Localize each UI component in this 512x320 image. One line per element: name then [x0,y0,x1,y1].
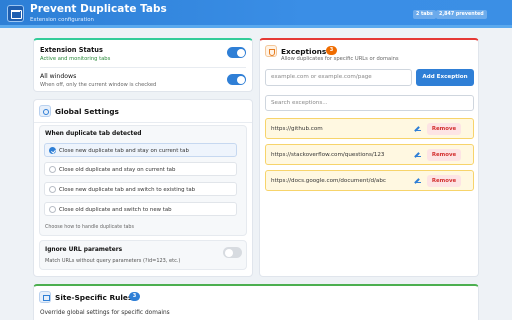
exceptions-title: Exceptions [281,47,327,56]
duplicate-option-2[interactable]: Close old duplicate and stay on current … [44,162,237,176]
exceptions-subtitle: Allow duplicates for specific URLs or do… [281,56,399,62]
app-header: Prevent Duplicate Tabs Extension configu… [0,0,512,28]
edit-icon[interactable] [415,178,421,184]
exception-item: https://docs.google.com/document/d/abc R… [265,170,474,191]
option-label: Close new duplicate tab and stay on curr… [59,147,189,154]
site-icon [39,291,51,303]
site-rules-title: Site-Specific Rules [55,293,133,302]
exception-url-input[interactable]: example.com or example.com/page [265,69,412,86]
duplicate-option-4[interactable]: Close old duplicate and switch to new ta… [44,202,237,216]
site-rules-count-badge: 3 [129,292,140,301]
duplicate-action-label: When duplicate tab detected [45,131,142,137]
check-icon [49,147,56,154]
all-windows-subtitle: When off, only the current window is che… [40,82,157,88]
option-label: Close new duplicate tab and switch to ex… [59,186,196,193]
extension-status-title: Extension Status [40,46,103,54]
exceptions-card: Exceptions 3 Allow duplicates for specif… [259,38,479,277]
remove-button[interactable]: Remove [427,149,461,161]
prevented-count-badge: 2,847 prevented [436,10,487,19]
app-subtitle: Extension configuration [30,17,94,23]
site-rules-subtitle: Override global settings for specific do… [40,310,170,316]
duplicate-action-hint: Choose how to handle duplicate tabs [45,225,134,230]
shield-icon [265,45,277,57]
exception-url: https://docs.google.com/document/d/abc [271,178,386,184]
radio-icon [49,186,56,193]
divider [40,67,246,68]
app-title: Prevent Duplicate Tabs [30,3,167,15]
search-exceptions-input[interactable]: Search exceptions... [265,95,474,111]
remove-button[interactable]: Remove [427,123,461,135]
all-windows-title: All windows [40,73,77,80]
ignore-params-subtitle: Match URLs without query parameters (?id… [45,258,181,264]
duplicate-option-3[interactable]: Close new duplicate tab and switch to ex… [44,182,237,196]
add-exception-button[interactable]: Add Exception [416,69,474,86]
divider [34,122,252,123]
extension-status-subtitle: Active and monitoring tabs [40,56,111,62]
radio-icon [49,206,56,213]
ignore-params-title: Ignore URL parameters [45,247,123,253]
exception-item: https://github.com Remove [265,118,474,139]
ignore-params-toggle[interactable] [223,247,242,258]
duplicate-action-group: When duplicate tab detected Close new du… [39,125,247,236]
option-label: Close old duplicate and switch to new ta… [59,206,172,213]
exception-url: https://stackoverflow.com/questions/123 [271,152,385,158]
tabs-count-badge: 2 tabs [413,10,436,19]
edit-icon[interactable] [415,152,421,158]
exception-url: https://github.com [271,126,323,132]
duplicate-option-1[interactable]: Close new duplicate tab and stay on curr… [44,143,237,157]
radio-icon [49,166,56,173]
app-logo-icon [7,5,24,22]
extension-enabled-toggle[interactable] [227,47,246,58]
edit-icon[interactable] [415,126,421,132]
exception-item: https://stackoverflow.com/questions/123 … [265,144,474,165]
gear-icon [39,105,51,117]
site-rules-card: Site-Specific Rules 3 Override global se… [33,284,479,320]
option-label: Close old duplicate and stay on current … [59,166,176,173]
extension-status-card: Extension Status Active and monitoring t… [33,38,253,92]
exceptions-count-badge: 3 [326,46,337,55]
global-settings-title: Global Settings [55,107,119,116]
ignore-params-group: Ignore URL parameters Match URLs without… [39,240,247,270]
global-settings-card: Global Settings When duplicate tab detec… [33,99,253,277]
remove-button[interactable]: Remove [427,175,461,187]
all-windows-toggle[interactable] [227,74,246,85]
